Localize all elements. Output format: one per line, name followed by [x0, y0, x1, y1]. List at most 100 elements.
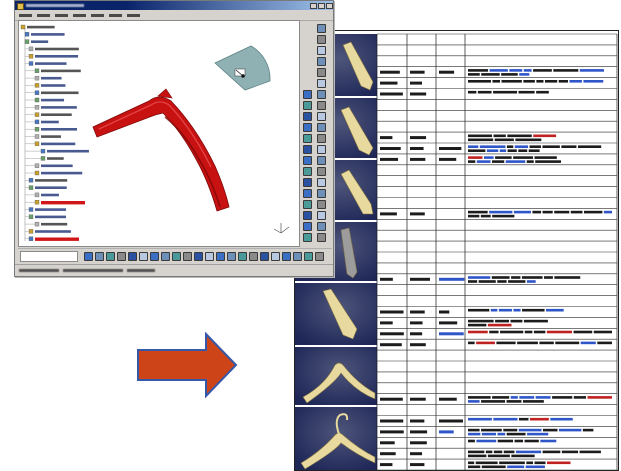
tree-node[interactable]	[25, 207, 67, 212]
toolbar-icon[interactable]	[317, 156, 326, 165]
toolbar-icon[interactable]	[293, 252, 302, 261]
menu-item[interactable]	[109, 14, 122, 17]
toolbar-icon[interactable]	[303, 134, 312, 143]
toolbar-icon[interactable]	[317, 112, 326, 121]
close-icon[interactable]	[326, 2, 333, 9]
toolbar-icon[interactable]	[205, 252, 214, 261]
toolbar-icon[interactable]	[303, 211, 312, 220]
toolbar-icon[interactable]	[317, 167, 326, 176]
toolbar-icon[interactable]	[106, 252, 115, 261]
toolbar-icon[interactable]	[84, 252, 93, 261]
toolbar-icon[interactable]	[303, 145, 312, 154]
toolbar-icon[interactable]	[317, 222, 326, 231]
tree-node[interactable]	[24, 39, 49, 44]
toolbar-icon[interactable]	[303, 167, 312, 176]
model-viewport[interactable]	[18, 20, 300, 247]
toolbar-icon[interactable]	[303, 156, 312, 165]
toolbar-icon[interactable]	[304, 252, 313, 261]
toolbar-icon[interactable]	[315, 252, 324, 261]
toolbar-icon[interactable]	[317, 46, 326, 55]
toolbar-icon[interactable]	[317, 145, 326, 154]
toolbar-icon[interactable]	[317, 79, 326, 88]
maximize-icon[interactable]	[318, 2, 325, 9]
tree-node[interactable]	[25, 170, 83, 176]
toolbar-icon[interactable]	[317, 68, 326, 77]
toolbar-icon[interactable]	[317, 123, 326, 132]
tree-node[interactable]	[25, 127, 78, 132]
toolbar-icon[interactable]	[282, 252, 291, 261]
tree-node[interactable]	[25, 148, 89, 154]
tree-node[interactable]	[25, 83, 66, 88]
tree-node[interactable]	[25, 214, 66, 219]
toolbar-icon[interactable]	[303, 200, 312, 209]
menu-item[interactable]	[19, 14, 32, 17]
toolbar-icon[interactable]	[303, 189, 312, 198]
toolbar-icon[interactable]	[260, 252, 269, 261]
tree-node[interactable]	[25, 163, 73, 168]
tree-node[interactable]	[25, 46, 79, 52]
tree-node[interactable]	[20, 24, 55, 30]
toolbar-icon[interactable]	[317, 178, 326, 187]
hanger-model[interactable]	[92, 88, 230, 212]
tree-node[interactable]	[25, 156, 64, 161]
toolbar-icon[interactable]	[303, 101, 312, 110]
toolbar-icon[interactable]	[303, 233, 312, 242]
toolbar-icon[interactable]	[317, 200, 326, 209]
toolbar-icon[interactable]	[216, 252, 225, 261]
tree-node[interactable]	[25, 141, 76, 146]
toolbar-icon[interactable]	[95, 252, 104, 261]
toolbar-icon[interactable]	[161, 252, 170, 261]
toolbar-icon[interactable]	[117, 252, 126, 261]
tree-node[interactable]	[25, 112, 72, 117]
menu-item[interactable]	[127, 14, 140, 17]
tree-node[interactable]	[24, 32, 65, 37]
toolbar-icon[interactable]	[317, 90, 326, 99]
toolbar-icon[interactable]	[317, 57, 326, 66]
toolbar-icon[interactable]	[317, 24, 326, 33]
tree-node[interactable]	[25, 178, 68, 183]
title-bar[interactable]	[15, 1, 333, 10]
toolbar-icon[interactable]	[194, 252, 203, 261]
tree-node[interactable]	[25, 192, 59, 198]
toolbar-icon[interactable]	[227, 252, 236, 261]
toolbar-icon[interactable]	[303, 112, 312, 121]
tree-node[interactable]	[25, 105, 77, 110]
tree-node[interactable]	[25, 54, 79, 59]
tree-node[interactable]	[25, 185, 67, 190]
toolbar-icon[interactable]	[317, 211, 326, 220]
menu-item[interactable]	[91, 14, 104, 17]
toolbar-icon[interactable]	[172, 252, 181, 261]
tree-node[interactable]	[25, 200, 85, 205]
toolbar-icon[interactable]	[183, 252, 192, 261]
toolbar-icon[interactable]	[303, 90, 312, 99]
toolbar-icon[interactable]	[317, 35, 326, 44]
minimize-icon[interactable]	[310, 2, 317, 9]
toolbar-icon[interactable]	[150, 252, 159, 261]
tree-node[interactable]	[25, 229, 71, 234]
tree-node[interactable]	[25, 97, 65, 103]
tree-node[interactable]	[25, 75, 62, 81]
tree-node[interactable]	[25, 236, 79, 241]
toolbar-icon[interactable]	[317, 233, 326, 242]
toolbar-icon[interactable]	[271, 252, 280, 261]
menu-item[interactable]	[73, 14, 86, 17]
tree-node[interactable]	[25, 61, 67, 66]
specification-tree[interactable]	[20, 24, 89, 241]
tree-node[interactable]	[25, 134, 61, 139]
toolbar-icon[interactable]	[139, 252, 148, 261]
tree-node[interactable]	[25, 221, 68, 227]
toolbar-icon[interactable]	[303, 178, 312, 187]
toolbar-icon[interactable]	[317, 189, 326, 198]
menu-item[interactable]	[37, 14, 50, 17]
command-field[interactable]	[20, 251, 78, 262]
hanger-body[interactable]	[92, 96, 230, 212]
toolbar-icon[interactable]	[317, 101, 326, 110]
toolbar-icon[interactable]	[303, 123, 312, 132]
tree-node[interactable]	[25, 90, 79, 95]
toolbar-icon[interactable]	[317, 134, 326, 143]
toolbar-icon[interactable]	[128, 252, 137, 261]
compass-icon[interactable]	[214, 45, 271, 91]
toolbar-icon[interactable]	[238, 252, 247, 261]
tree-node[interactable]	[25, 68, 81, 73]
menu-item[interactable]	[55, 14, 68, 17]
